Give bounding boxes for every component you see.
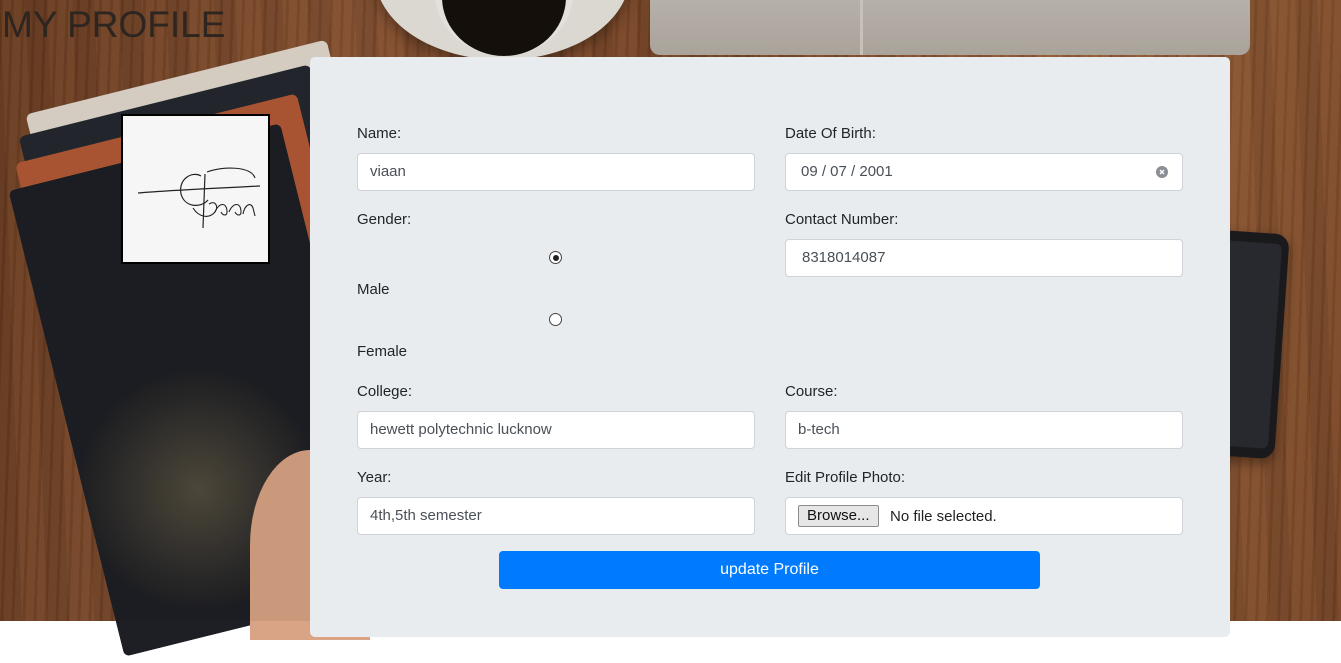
update-profile-button[interactable]: update Profile bbox=[499, 551, 1040, 589]
gender-male-label: Male bbox=[357, 281, 390, 298]
profile-photo bbox=[121, 114, 270, 264]
year-label: Year: bbox=[357, 469, 392, 486]
contact-label: Contact Number: bbox=[785, 211, 899, 228]
gender-female-radio[interactable] bbox=[549, 313, 562, 326]
name-label: Name: bbox=[357, 125, 402, 142]
dob-label: Date Of Birth: bbox=[785, 125, 876, 142]
contact-input[interactable]: 8318014087 bbox=[785, 239, 1183, 277]
profile-form-card bbox=[310, 57, 1230, 637]
gender-male-radio[interactable] bbox=[549, 251, 562, 264]
college-label: College: bbox=[357, 383, 413, 400]
photo-file-input[interactable]: Browse... No file selected. bbox=[785, 497, 1183, 535]
course-input[interactable]: b-tech bbox=[785, 411, 1183, 449]
dob-value: 09 / 07 / 2001 bbox=[801, 163, 893, 180]
page-title: MY PROFILE bbox=[2, 4, 226, 45]
college-input[interactable]: hewett polytechnic lucknow bbox=[357, 411, 755, 449]
file-status: No file selected. bbox=[890, 508, 997, 525]
name-input[interactable]: viaan bbox=[357, 153, 755, 191]
course-label: Course: bbox=[785, 383, 838, 400]
dob-input[interactable]: 09 / 07 / 2001 bbox=[785, 153, 1183, 191]
gender-female-label: Female bbox=[357, 343, 408, 360]
photo-label: Edit Profile Photo: bbox=[785, 469, 906, 486]
clear-circle-icon[interactable] bbox=[1156, 166, 1168, 178]
year-input[interactable]: 4th,5th semester bbox=[357, 497, 755, 535]
browse-button[interactable]: Browse... bbox=[798, 505, 879, 527]
gender-label: Gender: bbox=[357, 211, 412, 228]
